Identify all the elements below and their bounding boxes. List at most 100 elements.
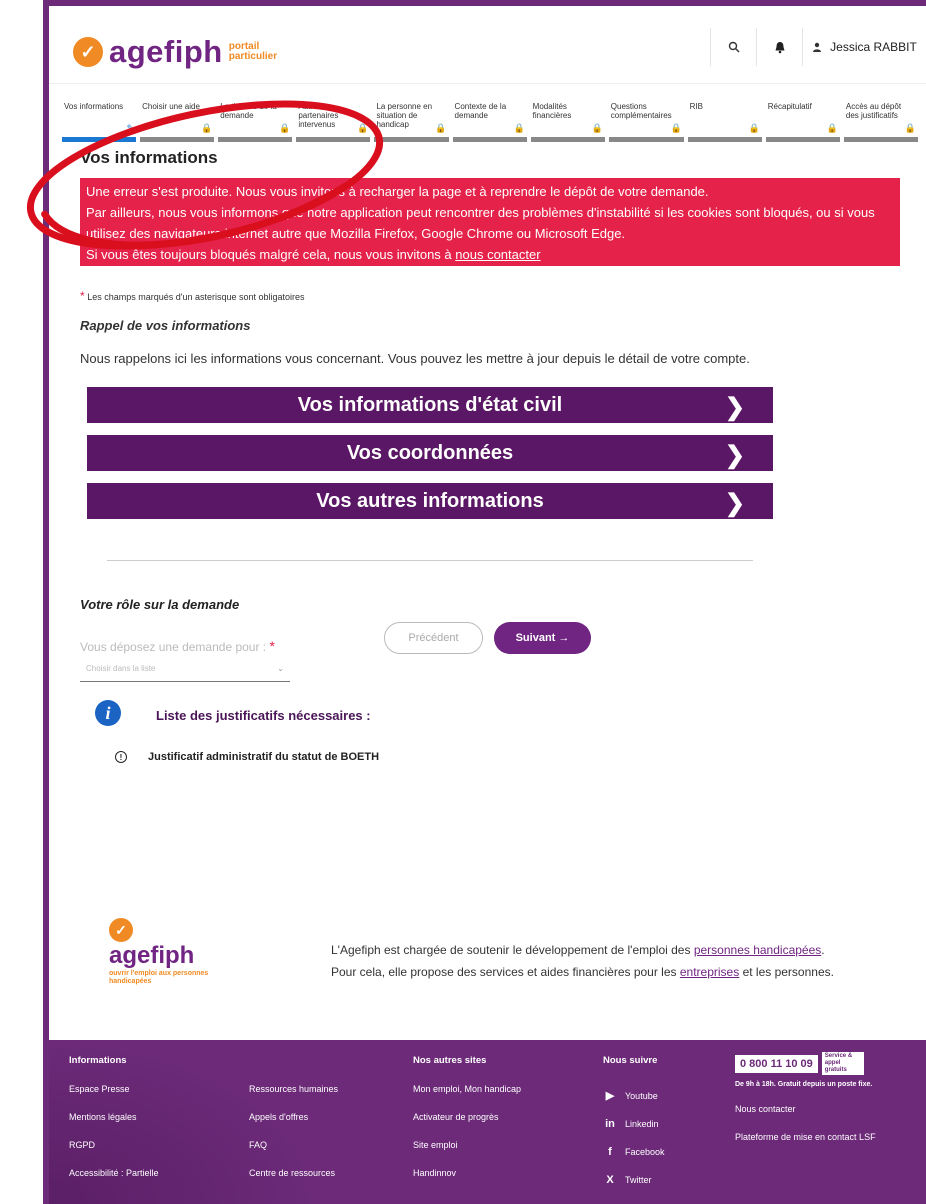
footer-link[interactable]: Activateur de progrès — [413, 1110, 521, 1138]
next-button[interactable]: Suivant → — [494, 622, 591, 654]
step-label: La personne en situation de handicap — [376, 102, 433, 129]
lock-icon: 🔒 — [513, 123, 525, 133]
justificatifs-title: Liste des justificatifs nécessaires : — [156, 708, 371, 723]
footer-col-title: Nos autres sites — [413, 1055, 487, 1066]
footer-link[interactable]: Handinnov — [413, 1166, 521, 1194]
footer-about-text: L'Agefiph est chargée de soutenir le dév… — [331, 939, 834, 983]
social-label: Linkedin — [625, 1119, 659, 1129]
step-7[interactable]: Modalités financières 🔒 — [530, 100, 605, 142]
youtube-icon: ▶ — [605, 1090, 615, 1102]
lock-icon: 🔒 — [201, 123, 213, 133]
footer-link[interactable]: Mon emploi, Mon handicap — [413, 1082, 521, 1110]
footer-link[interactable]: Accessibilité : Partielle — [69, 1166, 159, 1194]
step-label: Le titulaire de la demande — [220, 102, 277, 120]
lock-icon: 🔒 — [435, 123, 447, 133]
step-3[interactable]: Le titulaire de la demande 🔒 — [218, 100, 293, 142]
lock-icon: 🔒 — [591, 123, 603, 133]
about-line-2: Pour cela, elle propose des services et … — [331, 961, 834, 983]
step-6[interactable]: Contexte de la demande 🔒 — [452, 100, 527, 142]
accordion-autres-informations[interactable]: Vos autres informations ❯ — [87, 483, 773, 519]
error-line-3-text: Si vous êtes toujours bloqués malgré cel… — [86, 247, 456, 262]
step-1[interactable]: Vos informations ✎ — [62, 100, 137, 142]
social-label: Youtube — [625, 1091, 658, 1101]
required-note: * Les champs marqués d'un asterisque son… — [80, 289, 305, 303]
x-icon: X — [606, 1174, 614, 1186]
social-label: Facebook — [625, 1147, 665, 1157]
facebook-link[interactable]: f Facebook — [603, 1138, 665, 1166]
accordion-etat-civil[interactable]: Vos informations d'état civil ❯ — [87, 387, 773, 423]
contact-link[interactable]: nous contacter — [455, 247, 540, 262]
step-9[interactable]: RIB 🔒 — [687, 100, 762, 142]
progress-stepper: Vos informations ✎ Choisir une aide 🔒 Le tit… — [62, 100, 922, 142]
chevron-right-icon: ❯ — [724, 394, 745, 421]
lsf-link[interactable]: Plateforme de mise en contact LSF — [735, 1130, 876, 1144]
phone-number[interactable]: 0 800 11 10 09 Service & appel gratuits — [735, 1052, 876, 1075]
role-select[interactable]: Choisir dans la liste ⌄ — [80, 660, 290, 682]
bell-icon[interactable] — [756, 28, 802, 66]
lock-icon: 🔒 — [279, 123, 291, 133]
footer-link[interactable]: FAQ — [249, 1138, 338, 1166]
user-menu[interactable]: Jessica RABBIT — [802, 28, 926, 66]
footer-link[interactable]: Mentions légales — [69, 1110, 159, 1138]
footer-link[interactable]: Centre de ressources — [249, 1166, 338, 1194]
step-5[interactable]: La personne en situation de handicap 🔒 — [374, 100, 449, 142]
site-footer: Informations Espace Presse Mentions léga… — [49, 1040, 926, 1204]
step-8[interactable]: Questions complémentaires 🔒 — [608, 100, 684, 142]
accordion-label: Vos informations d'état civil — [297, 393, 563, 416]
social-label: Twitter — [625, 1175, 652, 1185]
youtube-link[interactable]: ▶ Youtube — [603, 1082, 665, 1110]
phone-number-text: 0 800 11 10 09 — [735, 1054, 818, 1073]
step-label: Choisir une aide — [142, 102, 200, 111]
footer-link[interactable]: Site emploi — [413, 1138, 521, 1166]
footer-link[interactable]: Ressources humaines — [249, 1082, 338, 1110]
logo-subtitle: portail particulier — [229, 42, 277, 62]
deposit-label-text: Vous déposez une demande pour : — [80, 640, 267, 654]
footer-link[interactable]: RGPD — [69, 1138, 159, 1166]
agefiph-logo[interactable]: ✓ agefiph portail particulier — [73, 34, 277, 70]
footer-logo-text: agefiph — [109, 942, 195, 969]
step-label: Récapitulatif — [767, 102, 812, 111]
role-title: Votre rôle sur la demande — [80, 597, 240, 612]
step-label: Modalités financières — [532, 102, 572, 120]
justificatif-item: Justificatif administratif du statut de … — [148, 751, 380, 763]
chevron-right-icon: ❯ — [724, 442, 745, 469]
previous-button[interactable]: Précédent — [384, 622, 483, 654]
error-line-1: Une erreur s'est produite. Nous vous inv… — [86, 184, 709, 199]
linkedin-link[interactable]: in Linkedin — [603, 1110, 665, 1138]
footer-logo-tagline: ouvrir l'emploi aux personnes handicapée… — [109, 970, 209, 985]
logo-mark-icon: ✓ — [73, 37, 103, 67]
error-line-2: Par ailleurs, nous vous informons que no… — [86, 205, 875, 241]
required-asterisk: * — [80, 289, 85, 303]
user-icon — [813, 42, 822, 52]
user-name: Jessica RABBIT — [830, 40, 917, 54]
site-header: ✓ agefiph portail particulier Jessica RA… — [49, 6, 926, 84]
personnes-handicapees-link[interactable]: personnes handicapées — [694, 943, 821, 957]
accordion-coordonnees[interactable]: Vos coordonnées ❯ — [87, 435, 773, 471]
footer-col-title: Informations — [69, 1055, 127, 1066]
about-line-1-suffix: . — [821, 943, 825, 957]
entreprises-link[interactable]: entreprises — [680, 965, 739, 979]
chevron-down-icon: ⌄ — [277, 664, 284, 673]
step-label: Autres partenaires intervenus — [298, 102, 339, 129]
step-label: RIB — [689, 102, 704, 111]
search-icon[interactable] — [710, 28, 756, 66]
footer-link[interactable]: Appels d'offres — [249, 1110, 338, 1138]
rappel-title: Rappel de vos informations — [80, 318, 251, 333]
footer-link[interactable]: Espace Presse — [69, 1082, 159, 1110]
error-banner: Une erreur s'est produite. Nous vous inv… — [80, 178, 900, 266]
page-title: Vos informations — [80, 148, 218, 167]
about-line-2-text: Pour cela, elle propose des services et … — [331, 965, 680, 979]
select-placeholder: Choisir dans la liste — [86, 664, 156, 673]
step-2[interactable]: Choisir une aide 🔒 — [140, 100, 215, 142]
accordion-label: Vos coordonnées — [346, 441, 514, 464]
step-4[interactable]: Autres partenaires intervenus 🔒 — [296, 100, 371, 142]
lock-icon: 🔒 — [904, 123, 916, 133]
footer-col-title — [249, 1054, 338, 1068]
step-10[interactable]: Récapitulatif 🔒 — [765, 100, 840, 142]
contact-link[interactable]: Nous contacter — [735, 1102, 876, 1130]
step-11[interactable]: Accès au dépôt des justificatifs 🔒 — [843, 100, 918, 142]
twitter-link[interactable]: X Twitter — [603, 1166, 665, 1194]
info-icon: i — [95, 700, 121, 726]
footer-logo[interactable]: ✓ agefiph ouvrir l'emploi aux personnes … — [109, 918, 229, 986]
phone-tag: Service & appel gratuits — [821, 1052, 864, 1075]
